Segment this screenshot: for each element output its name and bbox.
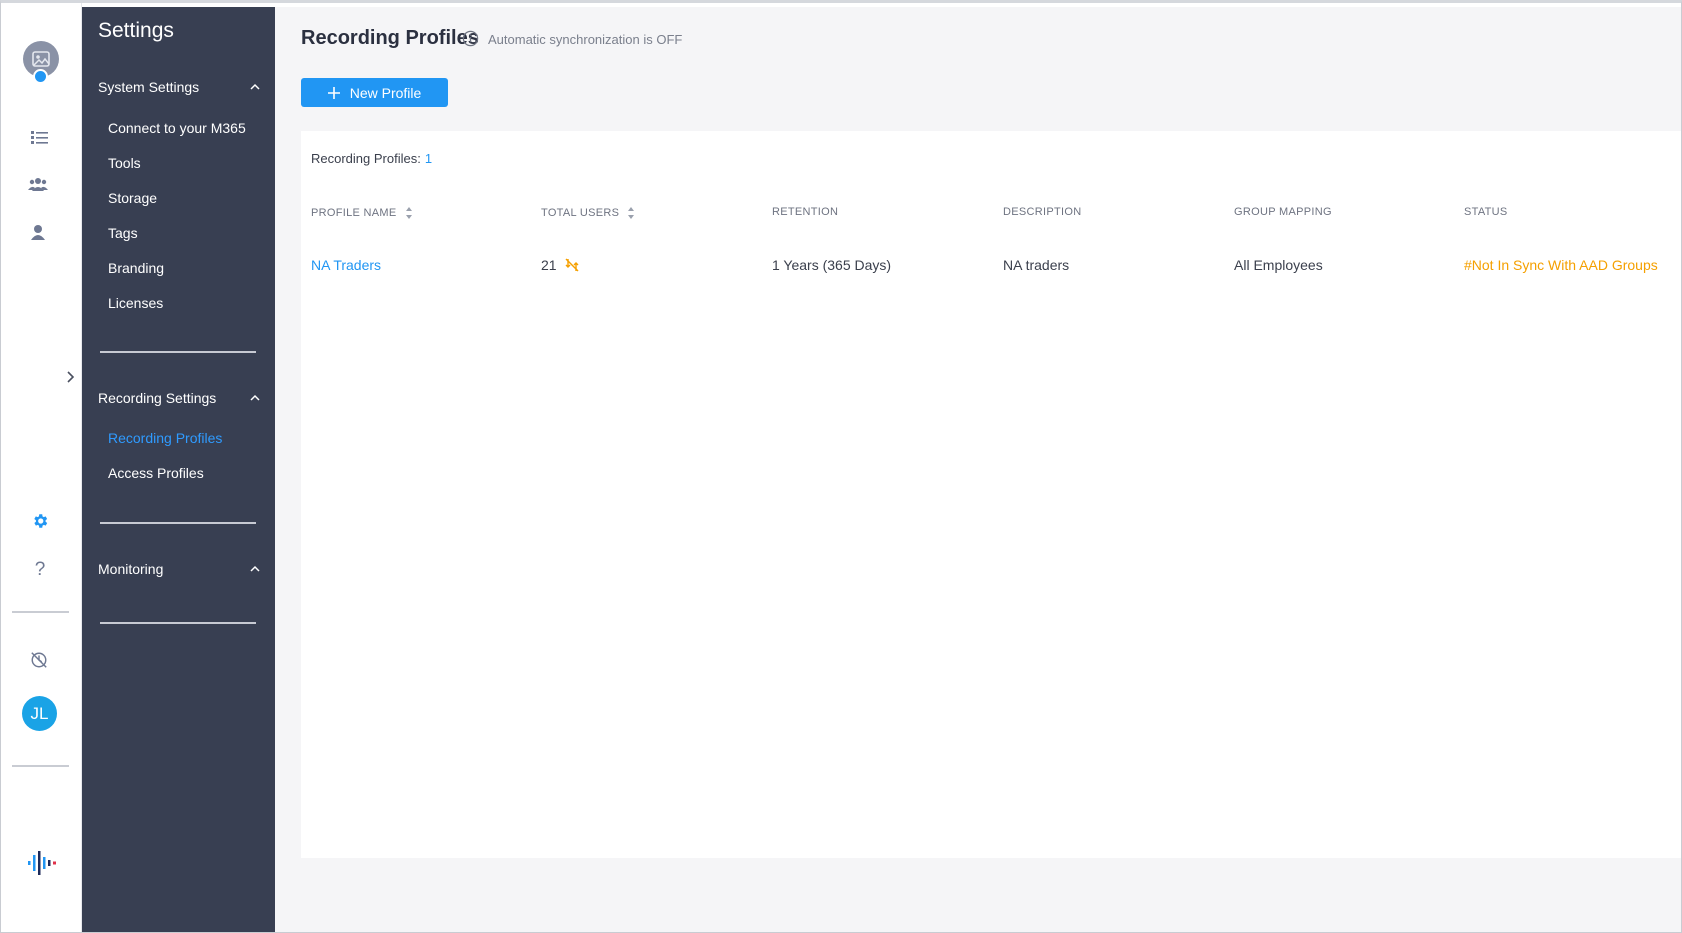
sidebar-divider [100,351,256,353]
sidebar-title: Settings [98,19,174,42]
retention-cell: 1 Years (365 Days) [772,257,892,273]
help-icon[interactable]: ? [31,559,49,581]
sync-status-text: Automatic synchronization is OFF [488,32,683,47]
group-system-settings[interactable]: System Settings [98,79,260,95]
group-label: Recording Settings [98,390,217,406]
page-title: Recording Profiles [301,27,479,49]
column-header-status: STATUS [1464,206,1508,218]
sidebar-item-recording-profiles[interactable]: Recording Profiles [108,430,222,446]
plus-icon [327,86,340,99]
list-icon[interactable] [29,128,49,146]
column-header-profile-name[interactable]: PROFILE NAME [311,206,413,220]
column-label: TOTAL USERS [541,207,620,219]
description-cell: NA traders [1003,257,1070,273]
sidebar-item-access-profiles[interactable]: Access Profiles [108,465,204,481]
chevron-up-icon [250,565,260,572]
chevron-up-icon [250,83,260,90]
chevron-up-icon [250,394,260,401]
profiles-card: Recording Profiles: 1 PROFILE NAME TOTAL … [301,131,1681,858]
status-dot-icon [33,69,48,84]
history-icon[interactable] [28,650,50,670]
gear-icon[interactable] [30,511,50,531]
image-icon [32,51,50,67]
column-header-retention: RETENTION [772,206,839,218]
rail-divider [12,765,69,767]
total-users-value: 21 [541,257,557,273]
sidebar-item-tools[interactable]: Tools [108,155,141,171]
logo-icon [26,847,58,879]
new-profile-button[interactable]: New Profile [301,78,448,107]
profile-name-link[interactable]: NA Traders [311,257,381,273]
sidebar-item-branding[interactable]: Branding [108,260,164,276]
sort-icon [628,207,635,219]
column-header-total-users[interactable]: TOTAL USERS [541,206,635,220]
info-icon[interactable] [462,30,479,47]
sync-off-icon[interactable] [565,258,579,272]
column-header-group-mapping: GROUP MAPPING [1234,206,1332,218]
sidebar-item-connect-m365[interactable]: Connect to your M365 [108,120,246,136]
sort-icon [405,207,412,219]
profile-count: Recording Profiles: 1 [311,151,432,166]
column-label: PROFILE NAME [311,207,397,219]
group-recording-settings[interactable]: Recording Settings [98,390,260,406]
expand-chevron-icon[interactable] [64,369,78,385]
settings-sidebar: Settings System Settings Connect to your… [82,7,275,932]
sidebar-item-tags[interactable]: Tags [108,225,138,241]
user-avatar[interactable]: JL [22,696,57,731]
sidebar-divider [100,522,256,524]
new-profile-label: New Profile [349,84,422,101]
group-icon[interactable] [27,175,49,193]
sidebar-item-storage[interactable]: Storage [108,190,157,206]
sidebar-item-licenses[interactable]: Licenses [108,295,163,311]
group-monitoring[interactable]: Monitoring [98,561,260,577]
icon-rail: ? JL [1,3,82,932]
column-header-description: DESCRIPTION [1003,206,1082,218]
photo-avatar-icon[interactable] [23,41,59,84]
user-icon[interactable] [29,223,47,241]
main-content: Recording Profiles Automatic synchroniza… [275,7,1681,932]
sidebar-divider [100,622,256,624]
group-mapping-cell: All Employees [1234,257,1323,273]
group-label: Monitoring [98,561,164,577]
total-users-cell: 21 [541,257,579,273]
rail-divider [12,611,69,613]
count-label: Recording Profiles: [311,151,421,166]
status-badge[interactable]: #Not In Sync With AAD Groups [1464,257,1658,273]
count-value: 1 [424,151,433,166]
group-label: System Settings [98,79,200,95]
